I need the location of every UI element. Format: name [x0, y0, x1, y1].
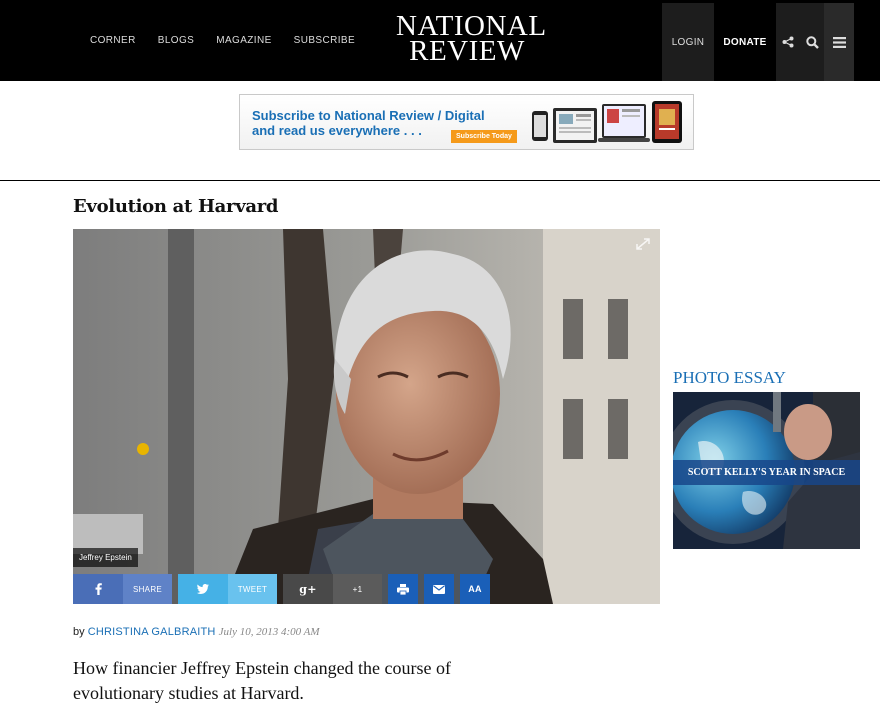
nav-corner[interactable]: CORNER	[90, 35, 136, 46]
section-nav: CORNER BLOGS MAGAZINE SUBSCRIBE	[90, 0, 377, 81]
subscribe-ad-banner[interactable]: Subscribe to National Review / Digital a…	[239, 94, 694, 150]
article-hero-photo[interactable]	[73, 229, 660, 604]
header-divider	[0, 180, 880, 181]
nav-blogs[interactable]: BLOGS	[158, 35, 194, 46]
facebook-share-button[interactable]: SHARE	[123, 574, 172, 604]
facebook-icon[interactable]	[73, 574, 123, 604]
search-icon[interactable]	[800, 3, 824, 81]
byline: by CHRISTINA GALBRAITH July 10, 2013 4:0…	[73, 626, 320, 638]
nav-magazine[interactable]: MAGAZINE	[216, 35, 271, 46]
nav-actions: LOGIN DONATE	[662, 3, 854, 81]
email-icon[interactable]	[424, 574, 454, 604]
devices-illustration	[532, 101, 682, 143]
share-bar: SHARE TWEET g+ +1 AA	[73, 574, 490, 604]
text-size-button[interactable]: AA	[460, 574, 490, 604]
site-logo[interactable]: NATIONAL REVIEW	[396, 12, 546, 67]
photo-essay-title[interactable]: SCOTT KELLY'S YEAR IN SPACE	[673, 460, 860, 485]
author-link[interactable]: CHRISTINA GALBRAITH	[88, 626, 216, 638]
twitter-tweet-button[interactable]: TWEET	[228, 574, 277, 604]
donate-button[interactable]: DONATE	[714, 3, 776, 81]
ad-line-1: Subscribe to National Review / Digital	[252, 108, 485, 123]
photo-caption: Jeffrey Epstein	[73, 548, 138, 567]
top-nav-bar: CORNER BLOGS MAGAZINE SUBSCRIBE NATIONAL…	[0, 0, 880, 81]
photo-essay-heading[interactable]: PHOTO ESSAY	[673, 368, 786, 388]
twitter-icon[interactable]	[178, 574, 228, 604]
hero-photo-art	[73, 229, 660, 604]
byline-prefix: by	[73, 626, 85, 638]
expand-image-icon[interactable]	[633, 235, 653, 253]
logo-line-2: REVIEW	[409, 35, 525, 67]
hamburger-menu-icon[interactable]	[824, 3, 854, 81]
article-dek: How financier Jeffrey Epstein changed th…	[73, 658, 452, 703]
google-plus-icon[interactable]: g+	[283, 574, 333, 604]
article-title: Evolution at Harvard	[73, 196, 279, 217]
ad-text: Subscribe to National Review / Digital a…	[252, 108, 485, 138]
share-icon[interactable]	[776, 3, 800, 81]
print-icon[interactable]	[388, 574, 418, 604]
publish-date: July 10, 2013 4:00 AM	[218, 626, 320, 638]
google-plus-count[interactable]: +1	[333, 574, 382, 604]
ad-line-2: and read us everywhere . . .	[252, 123, 422, 138]
login-button[interactable]: LOGIN	[662, 3, 714, 81]
nav-subscribe[interactable]: SUBSCRIBE	[294, 35, 355, 46]
ad-subscribe-button[interactable]: Subscribe Today	[451, 130, 517, 143]
